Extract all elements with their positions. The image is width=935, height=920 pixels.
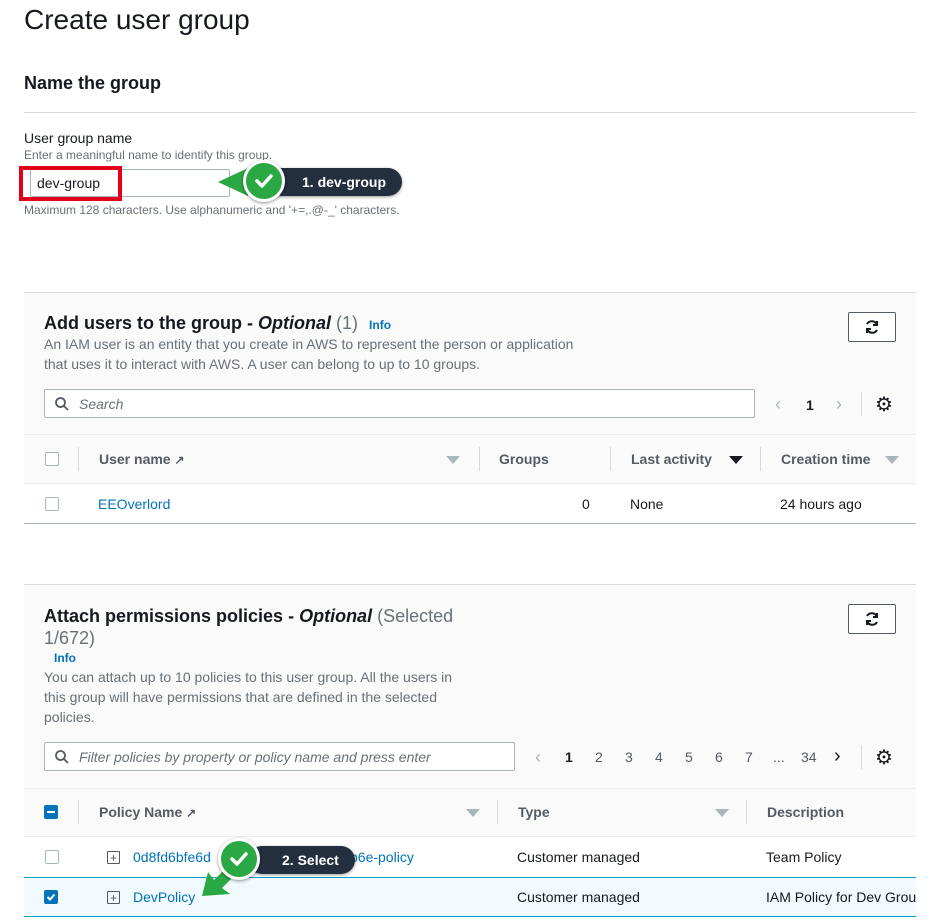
policy-type: Customer managed — [517, 889, 640, 905]
policies-refresh-button[interactable] — [848, 604, 896, 634]
expand-icon[interactable]: + — [107, 851, 120, 864]
sort-icon[interactable] — [729, 456, 743, 464]
sort-icon[interactable] — [446, 456, 460, 464]
select-all-policies-checkbox[interactable] — [44, 805, 58, 819]
annotation-step-1-label: 1. dev-group — [302, 174, 387, 190]
users-panel-description: An IAM user is an entity that you create… — [44, 336, 574, 372]
divider — [861, 745, 862, 769]
policy-description: Team Policy — [766, 849, 842, 865]
column-policy-name[interactable]: Policy Name ↗ — [99, 804, 196, 820]
divider — [760, 447, 761, 471]
policies-panel-title: Attach permissions policies - Optional (… — [44, 606, 454, 648]
column-last-activity[interactable]: Last activity — [631, 451, 712, 467]
column-description[interactable]: Description — [767, 804, 844, 820]
users-search-field[interactable] — [77, 394, 754, 413]
divider — [610, 447, 611, 471]
divider — [78, 447, 79, 471]
select-all-users-checkbox[interactable] — [45, 452, 59, 466]
policy-type: Customer managed — [517, 849, 640, 865]
users-info-link[interactable]: Info — [369, 318, 391, 332]
divider — [861, 392, 862, 416]
check-icon — [46, 893, 56, 901]
column-user-name[interactable]: User name ↗ — [99, 451, 185, 467]
policy-name-link-suffix[interactable]: b6e-policy — [350, 849, 414, 865]
highlight-box — [19, 166, 122, 201]
policies-info-link[interactable]: Info — [54, 651, 76, 665]
policies-filter-input[interactable] — [44, 742, 515, 771]
external-link-icon: ↗ — [174, 453, 185, 467]
annotation-step-2: 2. Select — [248, 846, 355, 874]
divider — [479, 447, 480, 471]
user-name-link[interactable]: EEOverlord — [98, 496, 170, 512]
gear-icon[interactable]: ⚙ — [875, 392, 893, 417]
refresh-icon — [866, 320, 878, 334]
annotation-step-1: 1. dev-group — [268, 168, 403, 196]
policy-name-link[interactable]: DevPolicy — [133, 889, 195, 905]
divider — [24, 112, 916, 113]
section-title-name-group: Name the group — [24, 73, 162, 93]
sort-icon[interactable] — [885, 456, 899, 464]
group-name-label: User group name — [24, 130, 133, 146]
column-type[interactable]: Type — [518, 804, 550, 820]
policies-page-5[interactable]: 5 — [685, 749, 693, 765]
policy-description: IAM Policy for Dev Grou — [766, 889, 916, 905]
policies-page-6[interactable]: 6 — [715, 749, 723, 765]
sort-icon[interactable] — [715, 809, 729, 817]
group-name-constraint: Maximum 128 characters. Use alphanumeric… — [24, 203, 400, 217]
policies-page-2[interactable]: 2 — [595, 749, 603, 765]
minus-icon — [47, 811, 55, 813]
gear-icon[interactable]: ⚙ — [875, 745, 893, 770]
annotation-step-2-label: 2. Select — [282, 852, 339, 868]
prev-page-icon[interactable]: ‹ — [775, 394, 781, 415]
prev-page-icon[interactable]: ‹ — [535, 747, 541, 768]
policies-page-7[interactable]: 7 — [745, 749, 753, 765]
search-icon — [55, 396, 69, 411]
policies-page-34[interactable]: 34 — [801, 749, 817, 765]
divider — [78, 800, 79, 824]
user-groups-count: 0 — [582, 496, 590, 512]
user-row-checkbox[interactable] — [45, 497, 59, 511]
divider — [746, 800, 747, 824]
policies-page-4[interactable]: 4 — [655, 749, 663, 765]
column-creation-time[interactable]: Creation time — [781, 451, 870, 467]
checkmark-icon — [243, 160, 285, 202]
refresh-icon — [866, 612, 878, 626]
policies-page-3[interactable]: 3 — [625, 749, 633, 765]
policies-page-1[interactable]: 1 — [565, 749, 573, 765]
user-creation-time: 24 hours ago — [780, 496, 862, 512]
divider — [24, 523, 916, 524]
external-link-icon: ↗ — [186, 806, 197, 820]
column-groups[interactable]: Groups — [499, 451, 549, 467]
users-refresh-button[interactable] — [848, 312, 896, 342]
sort-icon[interactable] — [466, 809, 480, 817]
users-search-input[interactable] — [44, 389, 755, 418]
user-last-activity: None — [630, 496, 664, 512]
users-page-1[interactable]: 1 — [806, 397, 814, 413]
divider — [497, 800, 498, 824]
policy-row-checkbox[interactable] — [45, 850, 59, 864]
policies-filter-field[interactable] — [77, 747, 514, 766]
search-icon — [55, 749, 69, 764]
expand-icon[interactable]: + — [107, 891, 120, 904]
page-title: Create user group — [24, 4, 250, 35]
policies-panel-description: You can attach up to 10 policies to this… — [44, 669, 453, 725]
next-page-icon[interactable]: › — [836, 394, 842, 415]
users-panel-title: Add users to the group - Optional (1) In… — [44, 313, 392, 333]
policy-row-checkbox-checked[interactable] — [44, 890, 58, 904]
checkmark-icon — [218, 838, 260, 880]
group-name-description: Enter a meaningful name to identify this… — [24, 148, 273, 162]
next-page-icon[interactable]: › — [834, 745, 841, 768]
policies-page-ellipsis: ... — [773, 749, 785, 765]
